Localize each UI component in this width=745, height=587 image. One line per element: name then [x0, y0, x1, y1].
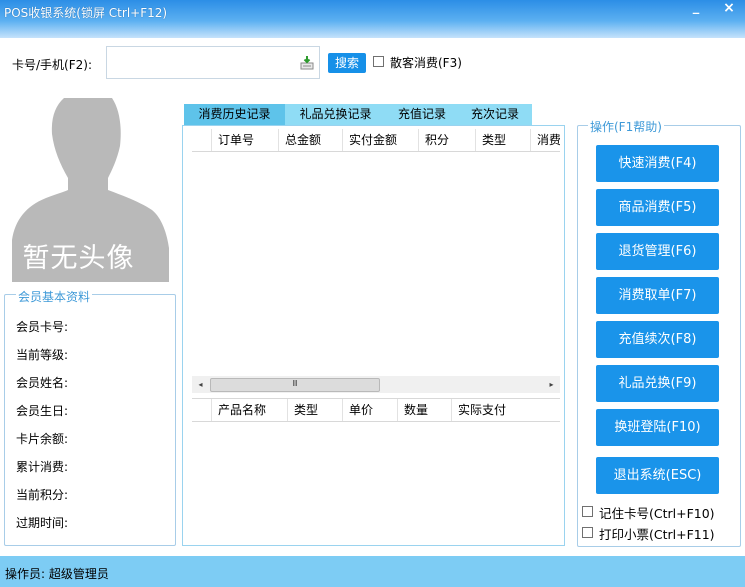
- close-button[interactable]: ×: [719, 0, 739, 18]
- orders-col-points[interactable]: 积分: [418, 129, 475, 151]
- keyboard-icon[interactable]: [299, 55, 315, 71]
- member-card-no-label: 会员卡号:: [16, 320, 69, 334]
- orders-hscrollbar[interactable]: ◂ Ⅲ ▸: [192, 376, 560, 393]
- products-col-type[interactable]: 类型: [287, 399, 342, 421]
- orders-col-consumption[interactable]: 消费: [530, 129, 560, 151]
- title-bar: POS收银系统(锁屏 Ctrl+F12) _ ×: [0, 0, 745, 38]
- products-col-qty[interactable]: 数量: [397, 399, 451, 421]
- window-title: POS收银系统(锁屏 Ctrl+F12): [4, 6, 168, 20]
- status-bar: 操作员: 超级管理员: [0, 556, 745, 587]
- product-sale-button[interactable]: 商品消费(F5): [596, 189, 719, 226]
- orders-col-total[interactable]: 总金额: [278, 129, 342, 151]
- no-avatar-text: 暂无头像: [22, 243, 135, 274]
- card-phone-label: 卡号/手机(F2):: [12, 58, 92, 72]
- recharge-button[interactable]: 充值续次(F8): [596, 321, 719, 358]
- gift-exchange-button[interactable]: 礼品兑换(F9): [596, 365, 719, 402]
- member-info-title: 会员基本资料: [16, 288, 93, 305]
- points-label: 当前积分:: [16, 488, 69, 502]
- shift-change-button[interactable]: 换班登陆(F10): [596, 409, 719, 446]
- expiry-label: 过期时间:: [16, 516, 69, 530]
- remember-card-label: 记住卡号(Ctrl+F10): [599, 506, 715, 521]
- walkin-checkbox[interactable]: [373, 56, 384, 67]
- orders-col-paid[interactable]: 实付金额: [342, 129, 418, 151]
- member-birthday-label: 会员生日:: [16, 404, 69, 418]
- member-level-label: 当前等级:: [16, 348, 69, 362]
- products-grid-header: 产品名称 类型 单价 数量 实际支付: [192, 398, 560, 422]
- products-col-price[interactable]: 单价: [342, 399, 397, 421]
- orders-col-type[interactable]: 类型: [475, 129, 530, 151]
- tab-gift-exchange[interactable]: 礼品兑换记录: [285, 104, 386, 125]
- member-name-label: 会员姓名:: [16, 376, 69, 390]
- tab-recharge[interactable]: 充值记录: [386, 104, 458, 125]
- products-col-actual-paid[interactable]: 实际支付: [451, 399, 560, 421]
- quick-sale-button[interactable]: 快速消费(F4): [596, 145, 719, 182]
- products-row-header: [192, 399, 211, 421]
- card-phone-input[interactable]: [106, 46, 320, 79]
- retrieve-order-button[interactable]: 消费取单(F7): [596, 277, 719, 314]
- scroll-right-arrow-icon[interactable]: ▸: [543, 376, 560, 393]
- print-receipt-label: 打印小票(Ctrl+F11): [599, 527, 715, 542]
- scroll-left-arrow-icon[interactable]: ◂: [192, 376, 209, 393]
- orders-row-header: [192, 129, 211, 151]
- orders-col-order-no[interactable]: 订单号: [211, 129, 278, 151]
- total-spent-label: 累计消费:: [16, 460, 69, 474]
- remember-card-checkbox[interactable]: [582, 506, 593, 517]
- tab-consumption-history[interactable]: 消费历史记录: [184, 104, 285, 125]
- exit-system-button[interactable]: 退出系统(ESC): [596, 457, 719, 494]
- products-col-name[interactable]: 产品名称: [211, 399, 287, 421]
- card-balance-label: 卡片余额:: [16, 432, 69, 446]
- orders-grid-header: 订单号 总金额 实付金额 积分 类型 消费: [192, 129, 560, 152]
- history-panel: [182, 125, 565, 546]
- operator-status: 操作员: 超级管理员: [5, 567, 109, 581]
- returns-button[interactable]: 退货管理(F6): [596, 233, 719, 270]
- operations-title: 操作(F1帮助): [588, 118, 664, 135]
- print-receipt-checkbox[interactable]: [582, 527, 593, 538]
- scroll-thumb[interactable]: Ⅲ: [210, 378, 380, 392]
- walkin-label: 散客消费(F3): [390, 56, 462, 70]
- search-button[interactable]: 搜索: [328, 53, 366, 73]
- minimize-button[interactable]: _: [686, 0, 706, 18]
- tab-recharge-count[interactable]: 充次记录: [458, 104, 532, 125]
